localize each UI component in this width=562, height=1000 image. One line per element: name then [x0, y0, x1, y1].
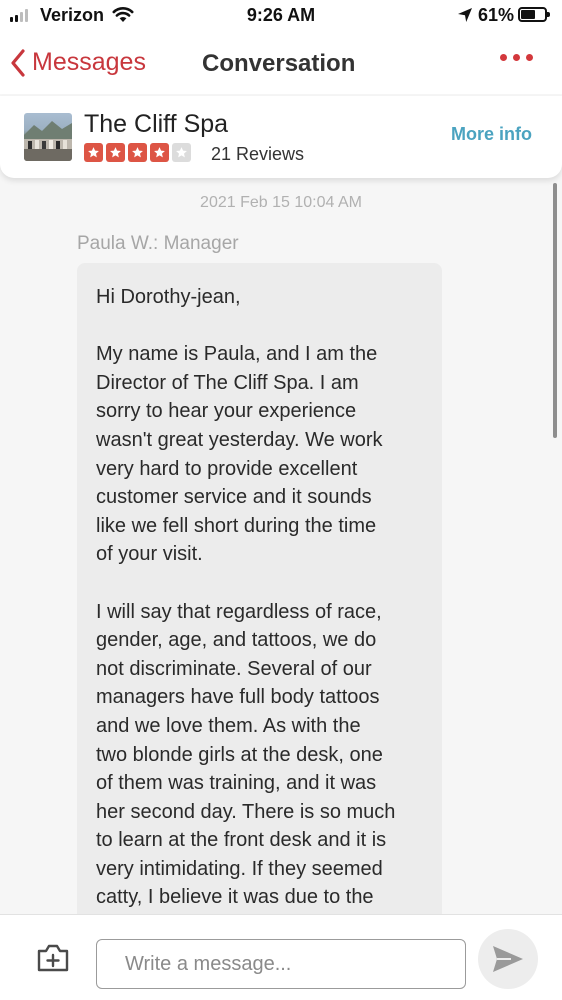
more-dots-icon: [513, 54, 520, 61]
nav-bar: Messages Conversation: [0, 34, 562, 94]
review-count[interactable]: 21 Reviews: [211, 144, 304, 165]
page-title: Conversation: [202, 50, 356, 77]
star-icon: [150, 143, 169, 162]
battery-percent: 61%: [478, 5, 515, 25]
screen: Verizon 9:26 AM 61% Messages Conversatio…: [0, 0, 562, 1000]
scrollbar[interactable]: [553, 183, 557, 438]
business-header[interactable]: The Cliff Spa 21 Reviews More info: [0, 96, 562, 178]
star-rating: [84, 143, 191, 162]
back-button[interactable]: Messages: [10, 48, 146, 77]
status-bar: Verizon 9:26 AM 61%: [0, 0, 562, 34]
star-icon: [172, 143, 191, 162]
add-photo-icon: [37, 944, 69, 972]
business-name[interactable]: The Cliff Spa: [84, 110, 228, 139]
message-timestamp: 2021 Feb 15 10:04 AM: [200, 194, 362, 211]
message-composer: [0, 914, 562, 1000]
business-photo[interactable]: [24, 113, 72, 161]
star-icon: [106, 143, 125, 162]
location-arrow-icon: [458, 8, 472, 22]
message-input[interactable]: [96, 939, 466, 989]
add-photo-button[interactable]: [36, 943, 70, 978]
back-label: Messages: [32, 48, 146, 76]
more-dots-icon: [500, 54, 507, 61]
message-paragraph: Hi Dorothy-jean,: [96, 286, 241, 308]
star-icon: [84, 143, 103, 162]
message-paragraph: I will say that regardless of race, gend…: [96, 600, 396, 909]
battery-icon: [518, 7, 550, 22]
message-paragraph: My name is Paula, and I am the Director …: [96, 343, 383, 566]
message-bubble: Hi Dorothy-jean, My name is Paula, and I…: [77, 263, 442, 963]
chevron-left-icon: [11, 48, 25, 77]
more-dots-icon: [526, 54, 533, 61]
more-info-link[interactable]: More info: [451, 124, 532, 145]
star-icon: [128, 143, 147, 162]
send-icon: [493, 946, 523, 972]
sender-name: Paula W.: Manager: [77, 233, 239, 254]
more-options-button[interactable]: [500, 54, 533, 61]
send-button[interactable]: [478, 929, 538, 989]
